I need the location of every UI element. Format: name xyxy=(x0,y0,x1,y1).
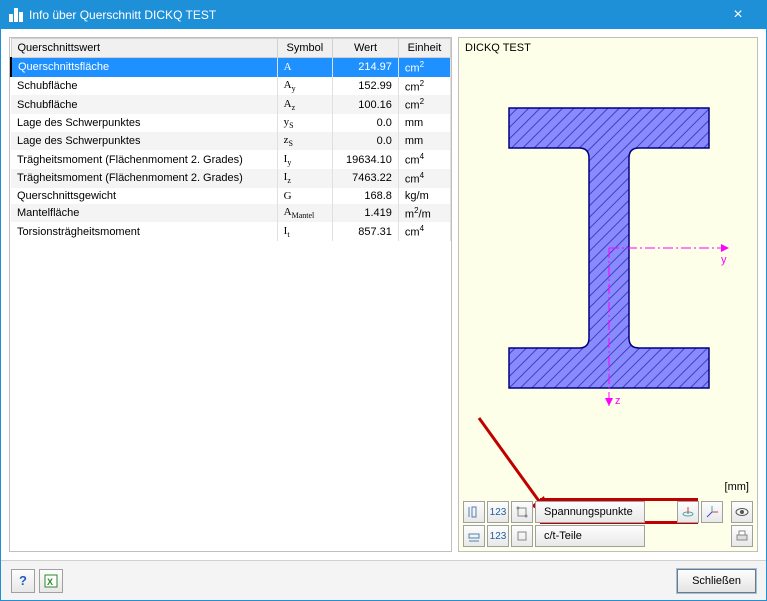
preview-title: DICKQ TEST xyxy=(465,42,531,54)
cell-value: 152.99 xyxy=(333,77,399,96)
cell-value: 857.31 xyxy=(333,222,399,241)
cell-symbol: A xyxy=(277,58,332,77)
table-row[interactable]: MantelflächeAMantel1.419m2/m xyxy=(11,204,451,223)
preview-panel: DICKQ TEST y z xyxy=(458,37,758,552)
table-row[interactable]: Lage des SchwerpunktesyS0.0mm xyxy=(11,114,451,132)
properties-table: Querschnittswert Symbol Wert Einheit Que… xyxy=(9,37,452,552)
cell-value: 0.0 xyxy=(333,114,399,132)
table-row[interactable]: QuerschnittsgewichtG168.8kg/m xyxy=(11,188,451,204)
cell-value: 19634.10 xyxy=(333,150,399,169)
values2-button[interactable]: 123 xyxy=(487,525,509,547)
eye-button[interactable] xyxy=(731,501,753,523)
table-row[interactable]: Lage des SchwerpunkteszS0.0mm xyxy=(11,132,451,150)
cell-name: Mantelfläche xyxy=(11,204,277,223)
svg-text:y: y xyxy=(721,254,727,266)
col-symbol[interactable]: Symbol xyxy=(277,39,332,58)
stress-points-icon-button[interactable] xyxy=(511,501,533,523)
cell-name: Lage des Schwerpunktes xyxy=(11,114,277,132)
cell-symbol: AMantel xyxy=(277,204,332,223)
cell-unit: cm2 xyxy=(398,77,450,96)
table-row[interactable]: SchubflächeAz100.16cm2 xyxy=(11,95,451,114)
window: Info über Querschnitt DICKQ TEST × Quers… xyxy=(0,0,767,601)
cell-name: Lage des Schwerpunktes xyxy=(11,132,277,150)
cell-symbol: Iy xyxy=(277,150,332,169)
cell-unit: cm4 xyxy=(398,169,450,188)
table-row[interactable]: TorsionsträgheitsmomentIt857.31cm4 xyxy=(11,222,451,241)
close-icon[interactable]: × xyxy=(718,6,758,24)
cell-unit: cm4 xyxy=(398,222,450,241)
cross-section-icon: y z xyxy=(489,68,729,408)
cell-unit: mm xyxy=(398,132,450,150)
col-name[interactable]: Querschnittswert xyxy=(11,39,277,58)
dim-width-button[interactable] xyxy=(463,525,485,547)
cell-name: Trägheitsmoment (Flächenmoment 2. Grades… xyxy=(11,169,277,188)
cell-value: 7463.22 xyxy=(333,169,399,188)
table-row[interactable]: QuerschnittsflächeA214.97cm2 xyxy=(11,58,451,77)
cell-symbol: Ay xyxy=(277,77,332,96)
cell-symbol: zS xyxy=(277,132,332,150)
cell-symbol: Az xyxy=(277,95,332,114)
cell-unit: cm2 xyxy=(398,95,450,114)
table-row[interactable]: Trägheitsmoment (Flächenmoment 2. Grades… xyxy=(11,169,451,188)
cell-name: Querschnittsfläche xyxy=(11,58,277,77)
print-button[interactable] xyxy=(731,525,753,547)
cell-symbol: Iz xyxy=(277,169,332,188)
footer: ? X Schließen xyxy=(1,560,766,600)
cell-unit: cm4 xyxy=(398,150,450,169)
svg-text:X: X xyxy=(47,577,53,587)
axis-xyz-button[interactable] xyxy=(701,501,723,523)
cell-symbol: It xyxy=(277,222,332,241)
cell-name: Torsionsträgheitsmoment xyxy=(11,222,277,241)
cell-symbol: yS xyxy=(277,114,332,132)
cell-value: 214.97 xyxy=(333,58,399,77)
table-row[interactable]: SchubflächeAy152.99cm2 xyxy=(11,77,451,96)
cell-name: Schubfläche xyxy=(11,77,277,96)
cell-value: 168.8 xyxy=(333,188,399,204)
preview-toolbar: 123 Spannungspunkte 123 c/t-Teile xyxy=(463,499,753,547)
col-unit[interactable]: Einheit xyxy=(398,39,450,58)
cell-value: 100.16 xyxy=(333,95,399,114)
dim-height-button[interactable] xyxy=(463,501,485,523)
app-icon xyxy=(9,8,23,22)
table-row[interactable]: Trägheitsmoment (Flächenmoment 2. Grades… xyxy=(11,150,451,169)
cell-value: 1.419 xyxy=(333,204,399,223)
axis-y-button[interactable] xyxy=(677,501,699,523)
help-button[interactable]: ? xyxy=(11,569,35,593)
cell-value: 0.0 xyxy=(333,132,399,150)
titlebar: Info über Querschnitt DICKQ TEST × xyxy=(1,1,766,29)
cell-symbol: G xyxy=(277,188,332,204)
cell-name: Querschnittsgewicht xyxy=(11,188,277,204)
ct-icon-button[interactable] xyxy=(511,525,533,547)
cell-unit: mm xyxy=(398,114,450,132)
spannungspunkte-button[interactable]: Spannungspunkte xyxy=(535,501,645,523)
excel-button[interactable]: X xyxy=(39,569,63,593)
window-title: Info über Querschnitt DICKQ TEST xyxy=(29,8,718,22)
close-button[interactable]: Schließen xyxy=(677,569,756,593)
col-value[interactable]: Wert xyxy=(333,39,399,58)
right-panel: DICKQ TEST y z xyxy=(458,37,758,552)
svg-text:z: z xyxy=(615,395,621,407)
cell-unit: cm2 xyxy=(398,58,450,77)
cell-name: Trägheitsmoment (Flächenmoment 2. Grades… xyxy=(11,150,277,169)
values-button[interactable]: 123 xyxy=(487,501,509,523)
ct-teile-button[interactable]: c/t-Teile xyxy=(535,525,645,547)
cell-name: Schubfläche xyxy=(11,95,277,114)
cell-unit: kg/m xyxy=(398,188,450,204)
content: Querschnittswert Symbol Wert Einheit Que… xyxy=(1,29,766,560)
unit-label: [mm] xyxy=(725,481,749,493)
cell-unit: m2/m xyxy=(398,204,450,223)
